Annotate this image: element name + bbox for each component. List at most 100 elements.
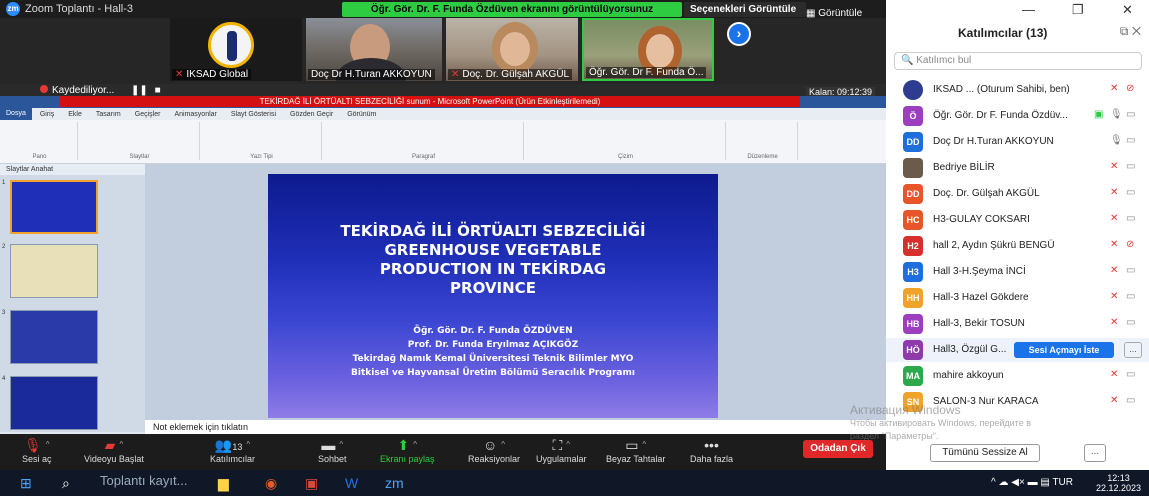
mic-muted-icon: ✕	[1110, 83, 1119, 94]
participant-row-hover[interactable]: HÖ Hall3, Özgül G... Sesi Açmayı İste ..…	[886, 338, 1149, 362]
participant-row[interactable]: IKSAD ... (Oturum Sahibi, ben) ✕ ⊘	[886, 78, 1149, 102]
participant-row[interactable]: DD Doç Dr H.Turan AKKOYUN 🎙 ▭	[886, 130, 1149, 154]
view-options-button[interactable]: Seçenekleri Görüntüle ⌄	[684, 2, 806, 30]
language-indicator: TUR	[1052, 477, 1073, 488]
taskbar-search-text[interactable]: Toplantı kayıt...	[100, 473, 187, 488]
slides-panel-tabs[interactable]: Slaytlar Anahat	[0, 164, 145, 175]
ribbon-group-paragraph[interactable]: Paragraf	[324, 122, 524, 160]
ppt-ribbon: Pano Slaytlar Yazı Tipi Paragraf Çizim D…	[0, 120, 886, 164]
stop-icon[interactable]: ■	[155, 85, 161, 96]
restore-icon[interactable]: ❐	[1072, 2, 1084, 18]
minimize-icon[interactable]: —	[1022, 2, 1035, 17]
mic-muted-icon: ✕	[1110, 291, 1119, 302]
sharing-icon: ▣	[1094, 109, 1104, 120]
video-tile-ozduven[interactable]: Öğr. Gör. Dr F. Funda Ö...	[582, 18, 714, 81]
avatar: HÖ	[903, 340, 923, 360]
share-screen-button[interactable]: ⬆ ^ Ekranı paylaş	[380, 436, 435, 464]
slide-thumbnail[interactable]	[10, 180, 98, 234]
video-tile-akgul[interactable]: ✕ Doç. Dr. Gülşah AKGÜL	[446, 18, 578, 81]
shared-screen-powerpoint: TEKİRDAĞ İLİ ÖRTÜALTI SEBZECİLİĞİ sunum …	[0, 96, 886, 434]
ppt-tab-slideshow[interactable]: Slayt Gösterisi	[231, 111, 276, 118]
ppt-tab-insert[interactable]: Ekle	[68, 111, 82, 118]
apps-button[interactable]: ⛶ ^ Uygulamalar	[536, 436, 587, 464]
whiteboard-icon: ▭	[625, 437, 639, 453]
chat-button[interactable]: ▬ ^ Sohbet	[318, 436, 347, 464]
share-banner: Öğr. Gör. Dr. F. Funda Özdüven ekranını …	[342, 2, 682, 17]
avatar: H3	[903, 262, 923, 282]
whiteboards-button[interactable]: ▭ ^ Beyaz Tahtalar	[606, 436, 665, 464]
avatar: HC	[903, 210, 923, 230]
mic-muted-icon: ✕	[1110, 239, 1119, 250]
slide-thumbnail[interactable]	[10, 244, 98, 298]
panel-close-icon[interactable]: ✕	[1132, 24, 1141, 38]
word-icon[interactable]: W	[345, 475, 358, 491]
windows-start-icon[interactable]: ⊞	[20, 475, 32, 492]
participant-row[interactable]: HH Hall-3 Hazel Gökdere ✕ ▭	[886, 286, 1149, 310]
participant-search-input[interactable]: 🔍 Katılımcı bul	[894, 52, 1142, 70]
participant-row[interactable]: HB Hall-3, Bekir TOSUN ✕ ▭	[886, 312, 1149, 336]
avatar: HH	[903, 288, 923, 308]
search-icon[interactable]: ⌕	[62, 475, 70, 492]
notes-pane[interactable]: Not eklemek için tıklatın	[145, 420, 886, 434]
ribbon-group-font[interactable]: Yazı Tipi	[202, 122, 322, 160]
participant-row[interactable]: Bedriye BİLİR ✕ ▭	[886, 156, 1149, 180]
ppt-tab-file[interactable]: Dosya	[0, 108, 32, 120]
view-button[interactable]: ▦ Görüntüle	[806, 8, 862, 19]
reactions-button[interactable]: ☺ ^ Reaksiyonlar	[468, 436, 520, 464]
grid-icon: ▦	[806, 8, 816, 19]
ribbon-group-editing[interactable]: Düzenleme	[728, 122, 798, 160]
participant-more-button[interactable]: ...	[1124, 342, 1142, 358]
avatar	[903, 80, 923, 100]
ppt-tab-transitions[interactable]: Geçişler	[135, 111, 161, 118]
chat-icon: ▬	[321, 437, 336, 453]
mute-all-button[interactable]: Tümünü Sessize Al	[930, 444, 1040, 462]
system-tray[interactable]: ^ ☁ ◀× ▬ ▤ TUR	[991, 477, 1073, 488]
window-title: Zoom Toplantı - Hall-3	[25, 3, 134, 15]
participant-row[interactable]: Ö Öğr. Gör. Dr F. Funda Özdüv... ▣ 🎙 ▭	[886, 104, 1149, 128]
participant-row[interactable]: H2 hall 2, Aydın Şükrü BENGÜ ✕ ⊘	[886, 234, 1149, 258]
popout-icon[interactable]: ⧉	[1120, 24, 1129, 38]
participant-row[interactable]: HC H3-GULAY COKSARI ✕ ▭	[886, 208, 1149, 232]
participant-row[interactable]: DD Doç. Dr. Gülşah AKGÜL ✕ ▭	[886, 182, 1149, 206]
mic-muted-icon: 🎙	[23, 437, 42, 453]
video-tile-iksad[interactable]: ✕ IKSAD Global	[170, 18, 302, 81]
meeting-controls: 🎙 ^ Sesi aç ▰ ^ Videoyu Başlat 👥13 ^ Katılımcı…	[0, 434, 886, 470]
share-screen-icon: ⬆	[397, 437, 410, 453]
ppt-tab-review[interactable]: Gözden Geçir	[290, 111, 333, 118]
participant-row[interactable]: H3 Hall 3-H.Şeyma İNCİ ✕ ▭	[886, 260, 1149, 284]
mic-icon: 🎙	[1110, 109, 1123, 120]
chrome-icon[interactable]: ◉	[265, 475, 277, 492]
participant-row[interactable]: MA mahire akkoyun ✕ ▭	[886, 364, 1149, 388]
next-videos-button[interactable]: ›	[727, 22, 751, 46]
mic-icon: 🎙	[1110, 135, 1123, 146]
ppt-tab-view[interactable]: Görünüm	[347, 111, 376, 118]
slide-thumbnail[interactable]	[10, 310, 98, 364]
unmute-button[interactable]: 🎙 ^ Sesi aç	[22, 436, 52, 464]
avatar: DD	[903, 132, 923, 152]
clock[interactable]: 12:13 22.12.2023	[1096, 473, 1141, 493]
file-explorer-icon[interactable]: ▆	[218, 475, 229, 492]
video-off-icon: ⊘	[1126, 83, 1135, 94]
mic-muted-icon: ✕	[1110, 187, 1119, 198]
powerpoint-icon[interactable]: ▣	[305, 475, 318, 492]
panel-more-button[interactable]: ...	[1084, 444, 1106, 462]
ppt-tab-animations[interactable]: Animasyonlar	[174, 111, 216, 118]
ribbon-group-slides[interactable]: Slaytlar	[80, 122, 200, 160]
ppt-tab-design[interactable]: Tasarım	[96, 111, 121, 118]
mic-muted-icon: ✕	[175, 69, 184, 80]
more-button[interactable]: ••• Daha fazla	[690, 436, 733, 464]
participants-button[interactable]: 👥13 ^ Katılımcılar	[210, 436, 255, 464]
ribbon-group-drawing[interactable]: Çizim	[526, 122, 726, 160]
recording-label: Kaydediliyor...	[52, 85, 115, 96]
pause-icon[interactable]: ❚❚	[131, 85, 148, 96]
mic-muted-icon: ✕	[1110, 317, 1119, 328]
start-video-button[interactable]: ▰ ^ Videoyu Başlat	[84, 436, 144, 464]
ribbon-group-clipboard[interactable]: Pano	[2, 122, 78, 160]
video-icon: ▭	[1126, 161, 1136, 172]
ask-to-unmute-button[interactable]: Sesi Açmayı İste	[1014, 342, 1114, 358]
ppt-tab-home[interactable]: Giriş	[40, 111, 54, 118]
zoom-taskbar-icon[interactable]: zm	[385, 475, 404, 491]
close-icon[interactable]: ✕	[1122, 2, 1133, 18]
video-tile-akkoyun[interactable]: Doç Dr H.Turan AKKOYUN	[306, 18, 442, 81]
slide-thumbnail[interactable]	[10, 376, 98, 430]
